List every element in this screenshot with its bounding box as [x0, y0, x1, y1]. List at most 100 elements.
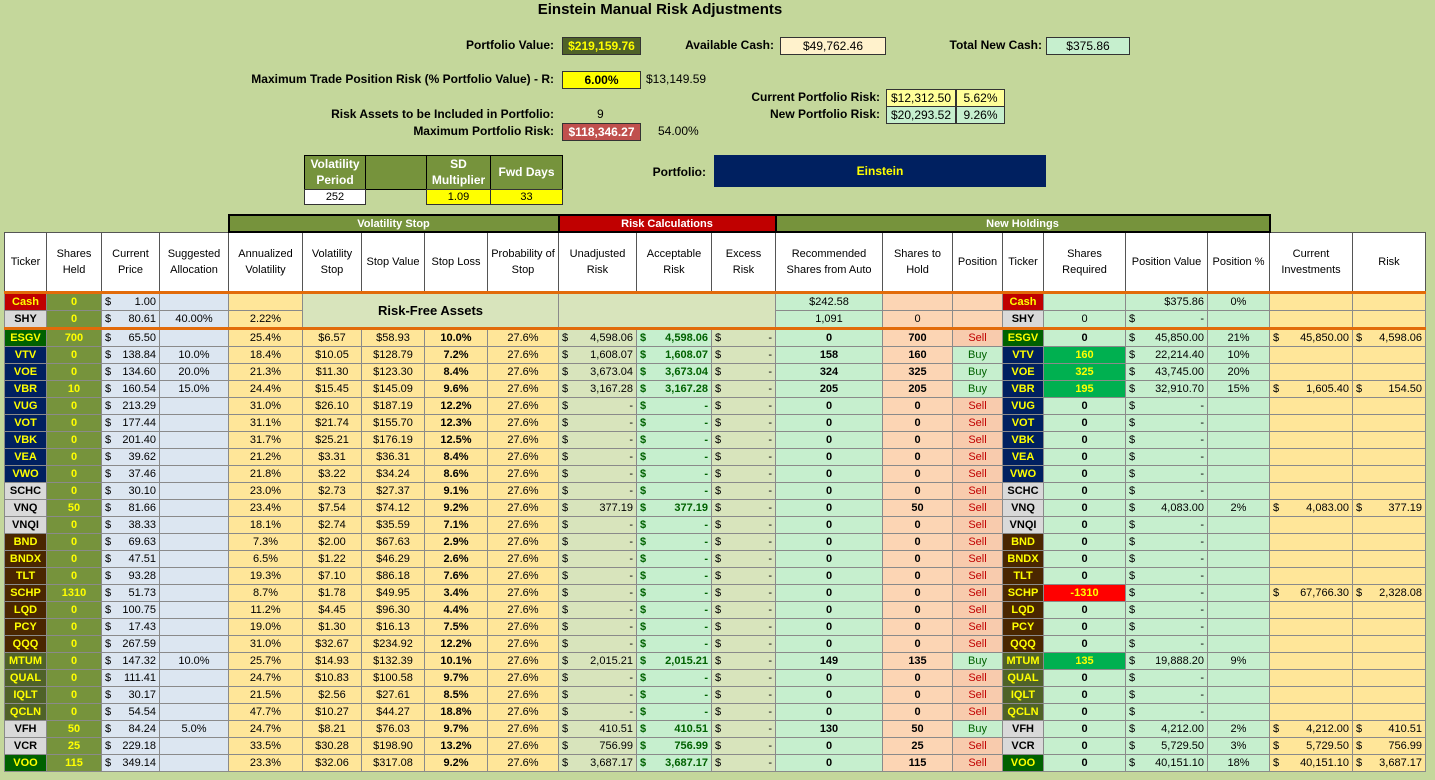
shares-held[interactable]: 0 [46, 533, 102, 551]
shares-to-hold[interactable]: 50 [882, 499, 953, 517]
shares-held[interactable]: 0 [46, 618, 102, 636]
ticker[interactable]: VBK [4, 431, 47, 449]
ticker[interactable]: BND [4, 533, 47, 551]
current-price[interactable]: $17.43 [101, 618, 160, 636]
suggested-allocation[interactable]: 5.0% [159, 720, 229, 738]
suggested-allocation[interactable] [159, 448, 229, 466]
new-portfolio-risk[interactable]: $20,293.52 [886, 106, 956, 124]
shares-held[interactable]: 0 [46, 601, 102, 619]
shares-to-hold[interactable]: 325 [882, 363, 953, 381]
shares-to-hold[interactable]: 0 [882, 448, 953, 466]
fwd-days-value[interactable]: 33 [490, 189, 563, 205]
suggested-allocation[interactable] [159, 328, 229, 347]
current-price[interactable]: $39.62 [101, 448, 160, 466]
current-price[interactable]: $47.51 [101, 550, 160, 568]
current-price[interactable]: $65.50 [101, 328, 160, 347]
current-price[interactable]: $93.28 [101, 567, 160, 585]
suggested-allocation[interactable] [159, 482, 229, 500]
shares-to-hold[interactable]: 160 [882, 346, 953, 364]
shares-held[interactable]: 0 [46, 652, 102, 670]
current-price[interactable]: $111.41 [101, 669, 160, 687]
sd-multiplier-value[interactable]: 1.09 [426, 189, 491, 205]
ticker[interactable]: VNQ [4, 499, 47, 517]
current-price[interactable]: $54.54 [101, 703, 160, 721]
shares-to-hold[interactable]: 0 [882, 465, 953, 483]
current-price[interactable]: $177.44 [101, 414, 160, 432]
total-new-cash-cell[interactable]: $375.86 [1046, 37, 1130, 55]
ticker[interactable]: VBR [4, 380, 47, 398]
available-cash-cell[interactable]: $49,762.46 [780, 37, 886, 55]
ticker[interactable]: QUAL [4, 669, 47, 687]
volatility-period-value[interactable]: 252 [304, 189, 366, 205]
shares-to-hold[interactable]: 0 [882, 567, 953, 585]
shares-to-hold[interactable]: 0 [882, 414, 953, 432]
suggested-allocation[interactable] [159, 291, 229, 311]
current-price[interactable]: $30.17 [101, 686, 160, 704]
shares-held[interactable]: 0 [46, 363, 102, 381]
suggested-allocation[interactable]: 10.0% [159, 346, 229, 364]
current-price[interactable]: $160.54 [101, 380, 160, 398]
ticker[interactable]: ESGV [4, 327, 47, 347]
max-trade-risk-pct[interactable]: 6.00% [562, 71, 641, 89]
shares-to-hold[interactable]: 115 [882, 754, 953, 772]
shares-held[interactable]: 0 [46, 431, 102, 449]
suggested-allocation[interactable] [159, 584, 229, 602]
current-price[interactable]: $84.24 [101, 720, 160, 738]
ticker[interactable]: VWO [4, 465, 47, 483]
current-price[interactable]: $138.84 [101, 346, 160, 364]
shares-held[interactable]: 115 [46, 754, 102, 772]
shares-held[interactable]: 0 [46, 516, 102, 534]
shares-held[interactable]: 700 [46, 328, 102, 347]
suggested-allocation[interactable] [159, 635, 229, 653]
current-price[interactable]: $147.32 [101, 652, 160, 670]
shares-to-hold[interactable]: 0 [882, 550, 953, 568]
shares-to-hold[interactable]: 0 [882, 618, 953, 636]
max-portfolio-risk[interactable]: $118,346.27 [562, 123, 641, 141]
shares-held[interactable]: 0 [46, 465, 102, 483]
ticker[interactable]: VUG [4, 397, 47, 415]
suggested-allocation[interactable] [159, 431, 229, 449]
shares-to-hold[interactable]: 25 [882, 737, 953, 755]
shares-to-hold[interactable]: 0 [882, 482, 953, 500]
ticker[interactable]: IQLT [4, 686, 47, 704]
current-price[interactable]: $38.33 [101, 516, 160, 534]
shares-held[interactable]: 0 [46, 291, 102, 311]
current-price[interactable]: $69.63 [101, 533, 160, 551]
suggested-allocation[interactable] [159, 754, 229, 772]
shares-to-hold[interactable]: 0 [882, 310, 953, 329]
current-price[interactable]: $1.00 [101, 291, 160, 311]
current-price[interactable]: $213.29 [101, 397, 160, 415]
ticker[interactable]: LQD [4, 601, 47, 619]
shares-to-hold[interactable]: 700 [882, 328, 953, 347]
suggested-allocation[interactable] [159, 397, 229, 415]
suggested-allocation[interactable] [159, 737, 229, 755]
shares-held[interactable]: 0 [46, 310, 102, 329]
current-price[interactable]: $81.66 [101, 499, 160, 517]
ticker[interactable]: VNQI [4, 516, 47, 534]
current-price[interactable]: $51.73 [101, 584, 160, 602]
current-price[interactable]: $100.75 [101, 601, 160, 619]
suggested-allocation[interactable] [159, 686, 229, 704]
ticker[interactable]: VOE [4, 363, 47, 381]
shares-held[interactable]: 0 [46, 448, 102, 466]
shares-to-hold[interactable]: 0 [882, 533, 953, 551]
suggested-allocation[interactable] [159, 465, 229, 483]
shares-held[interactable]: 50 [46, 499, 102, 517]
current-price[interactable]: $229.18 [101, 737, 160, 755]
shares-held[interactable]: 0 [46, 346, 102, 364]
shares-to-hold[interactable]: 0 [882, 686, 953, 704]
ticker[interactable]: QCLN [4, 703, 47, 721]
ticker[interactable]: TLT [4, 567, 47, 585]
suggested-allocation[interactable]: 15.0% [159, 380, 229, 398]
suggested-allocation[interactable]: 40.00% [159, 310, 229, 329]
ticker[interactable]: SCHP [4, 584, 47, 602]
shares-to-hold[interactable]: 0 [882, 601, 953, 619]
ticker[interactable]: MTUM [4, 652, 47, 670]
ticker-cash[interactable]: Cash [4, 291, 47, 311]
portfolio-value-cell[interactable]: $219,159.76 [562, 37, 641, 55]
suggested-allocation[interactable] [159, 414, 229, 432]
ticker[interactable]: VOT [4, 414, 47, 432]
current-price[interactable]: $201.40 [101, 431, 160, 449]
shares-held[interactable]: 10 [46, 380, 102, 398]
suggested-allocation[interactable] [159, 499, 229, 517]
